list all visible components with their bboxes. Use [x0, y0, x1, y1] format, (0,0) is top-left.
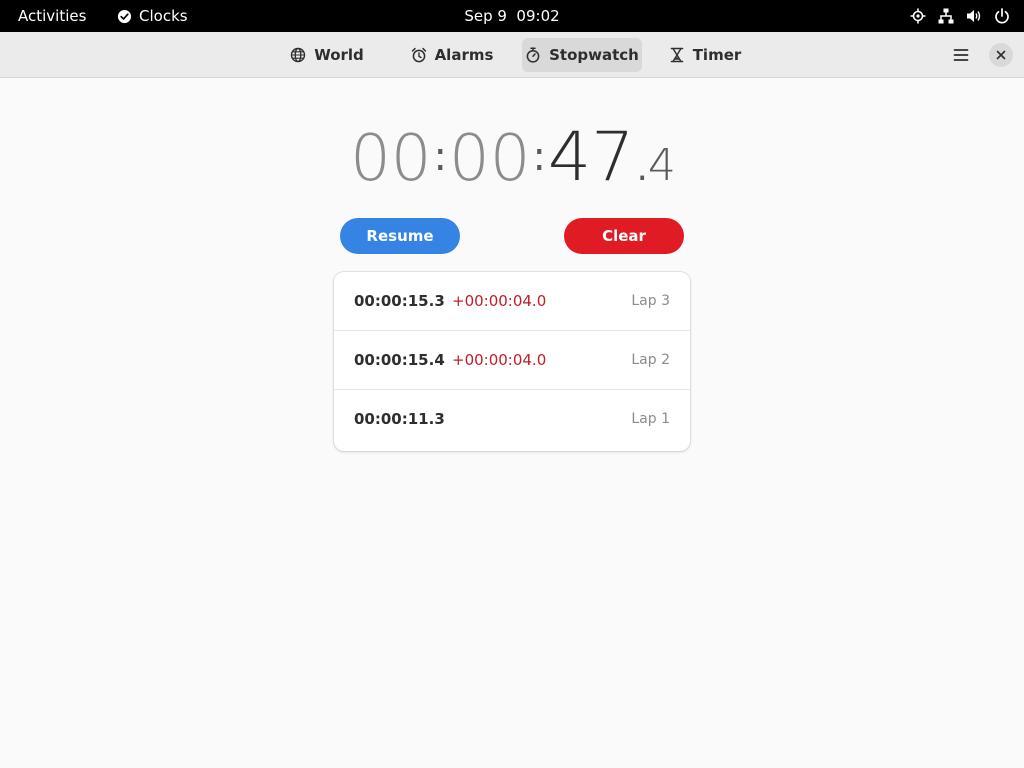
hamburger-menu-icon	[953, 47, 969, 63]
time-separator: :	[532, 134, 546, 180]
tab-alarms[interactable]: Alarms	[394, 38, 510, 72]
lap-number: Lap 1	[631, 411, 670, 427]
lap-time: 00:00:15.4	[354, 351, 445, 369]
hourglass-icon	[669, 47, 685, 63]
lap-number: Lap 2	[631, 352, 670, 368]
network-icon	[938, 8, 954, 24]
close-icon	[996, 50, 1006, 60]
tab-label: Alarms	[434, 46, 494, 64]
lap-number: Lap 3	[631, 293, 670, 309]
tab-label: World	[314, 46, 364, 64]
clear-button[interactable]: Clear	[564, 218, 684, 254]
lap-row: 00:00:15.3 +00:00:04.0 Lap 3	[334, 272, 690, 331]
close-window-button[interactable]	[989, 43, 1013, 67]
tab-timer[interactable]: Timer	[659, 38, 751, 72]
tab-label: Timer	[692, 46, 742, 64]
app-name: Clocks	[139, 7, 188, 25]
tenths-value: 4	[647, 140, 676, 191]
tab-stopwatch[interactable]: Stopwatch	[522, 38, 642, 72]
lap-row: 00:00:11.3 Lap 1	[334, 390, 690, 450]
header-bar: World Alarms Stopwatch Timer	[0, 32, 1024, 78]
lap-row: 00:00:15.4 +00:00:04.0 Lap 2	[334, 331, 690, 390]
minutes-value: 00	[449, 122, 531, 196]
lap-time: 00:00:15.3	[354, 292, 445, 310]
laps-list: 00:00:15.3 +00:00:04.0 Lap 3 00:00:15.4 …	[334, 272, 690, 451]
hours-value: 00	[350, 122, 432, 196]
globe-icon	[290, 47, 306, 63]
stopwatch-icon	[525, 47, 541, 63]
stopwatch-display: 00:00:47.4	[0, 118, 1024, 198]
lap-time: 00:00:11.3	[354, 410, 445, 428]
location-icon	[910, 8, 926, 24]
top-bar: Activities Clocks Sep 9 09:02	[0, 0, 1024, 32]
date-time[interactable]: Sep 9 09:02	[464, 7, 559, 25]
lap-difference: +00:00:04.0	[452, 292, 547, 310]
tab-label: Stopwatch	[549, 46, 639, 64]
alarm-clock-icon	[411, 47, 427, 63]
resume-button[interactable]: Resume	[340, 218, 460, 254]
power-icon	[994, 8, 1010, 24]
volume-icon	[966, 8, 982, 24]
tab-world[interactable]: World	[281, 38, 373, 72]
activities-button[interactable]: Activities	[18, 0, 86, 32]
app-menu[interactable]: Clocks	[117, 0, 188, 32]
clock-icon	[117, 9, 132, 24]
lap-difference: +00:00:04.0	[452, 351, 547, 369]
view-switcher: World Alarms Stopwatch Timer	[281, 38, 751, 72]
main-menu-button[interactable]	[944, 40, 978, 70]
system-status-area[interactable]	[910, 0, 1010, 32]
seconds-value: 47	[547, 118, 635, 197]
time-separator: :	[433, 134, 447, 180]
decimal-point: .	[636, 148, 648, 189]
